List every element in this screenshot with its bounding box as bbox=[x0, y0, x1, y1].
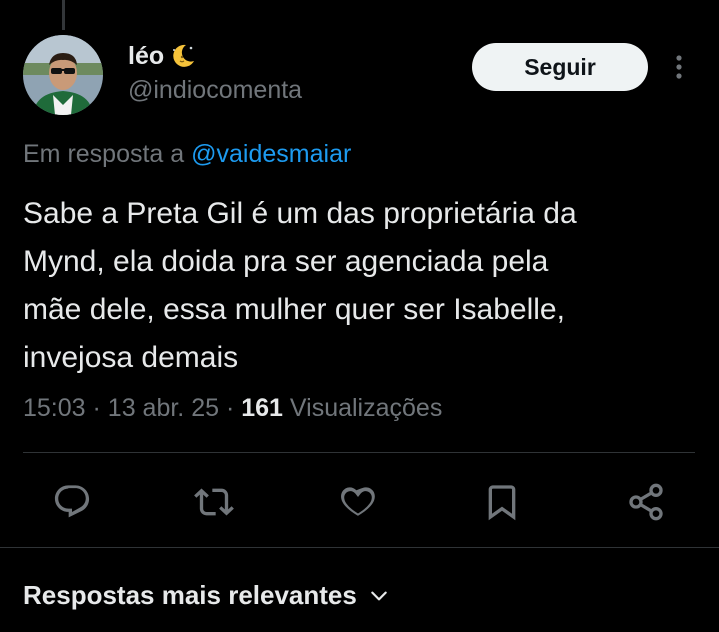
reply-button[interactable] bbox=[48, 478, 96, 526]
bookmark-icon bbox=[488, 485, 516, 521]
share-icon bbox=[629, 483, 663, 521]
tweet-text-line: invejosa demais bbox=[23, 341, 239, 374]
thread-connector-line bbox=[62, 0, 65, 30]
avatar-image bbox=[23, 35, 103, 115]
like-icon bbox=[341, 487, 375, 516]
tweet-text: Sabe a Preta Gil é um das proprietária d… bbox=[23, 190, 713, 382]
reply-context-prefix: Em resposta a bbox=[23, 140, 185, 168]
more-options-button[interactable] bbox=[664, 52, 694, 82]
divider bbox=[0, 547, 719, 548]
author-handle[interactable]: @indiocomenta bbox=[128, 74, 302, 106]
share-button[interactable] bbox=[622, 478, 670, 526]
meta-separator: · bbox=[225, 394, 235, 422]
reply-icon bbox=[54, 485, 90, 518]
tweet-text-line: mãe dele, essa mulher quer ser Isabelle, bbox=[23, 293, 565, 326]
more-vertical-icon bbox=[676, 55, 682, 79]
follow-button[interactable]: Seguir bbox=[472, 43, 648, 91]
bookmark-button[interactable] bbox=[478, 478, 526, 526]
tweet-text-line: Sabe a Preta Gil é um das proprietária d… bbox=[23, 197, 577, 230]
replies-sort-label: Respostas mais relevantes bbox=[23, 580, 357, 610]
tweet-actions bbox=[0, 478, 719, 526]
meta-separator: · bbox=[92, 394, 101, 422]
tweet-detail-page: léo @indiocomenta Seguir Em resposta a @… bbox=[0, 0, 719, 632]
tweet-meta: 15:03 · 13 abr. 25 · 161 Visualizações bbox=[23, 392, 442, 424]
divider bbox=[23, 452, 695, 453]
reply-context: Em resposta a @vaidesmaiar bbox=[23, 138, 351, 170]
retweet-icon bbox=[194, 488, 234, 516]
like-button[interactable] bbox=[334, 478, 382, 526]
author-info[interactable]: léo @indiocomenta bbox=[128, 40, 302, 106]
retweet-button[interactable] bbox=[190, 478, 238, 526]
reply-mention-link[interactable]: @vaidesmaiar bbox=[191, 140, 351, 168]
avatar[interactable] bbox=[23, 35, 103, 115]
moon-icon bbox=[173, 44, 195, 67]
replies-sort-dropdown[interactable]: Respostas mais relevantes bbox=[23, 580, 389, 611]
views-label: Visualizações bbox=[289, 394, 443, 422]
tweet-text-line: Mynd, ela doida pra ser agenciada pela bbox=[23, 245, 549, 278]
tweet-time[interactable]: 15:03 bbox=[23, 394, 86, 422]
views-count: 161 bbox=[241, 394, 283, 422]
tweet-date[interactable]: 13 abr. 25 bbox=[108, 394, 219, 422]
chevron-down-icon bbox=[371, 591, 387, 600]
display-name-text: léo bbox=[128, 42, 165, 70]
author-display-name[interactable]: léo bbox=[128, 40, 302, 72]
